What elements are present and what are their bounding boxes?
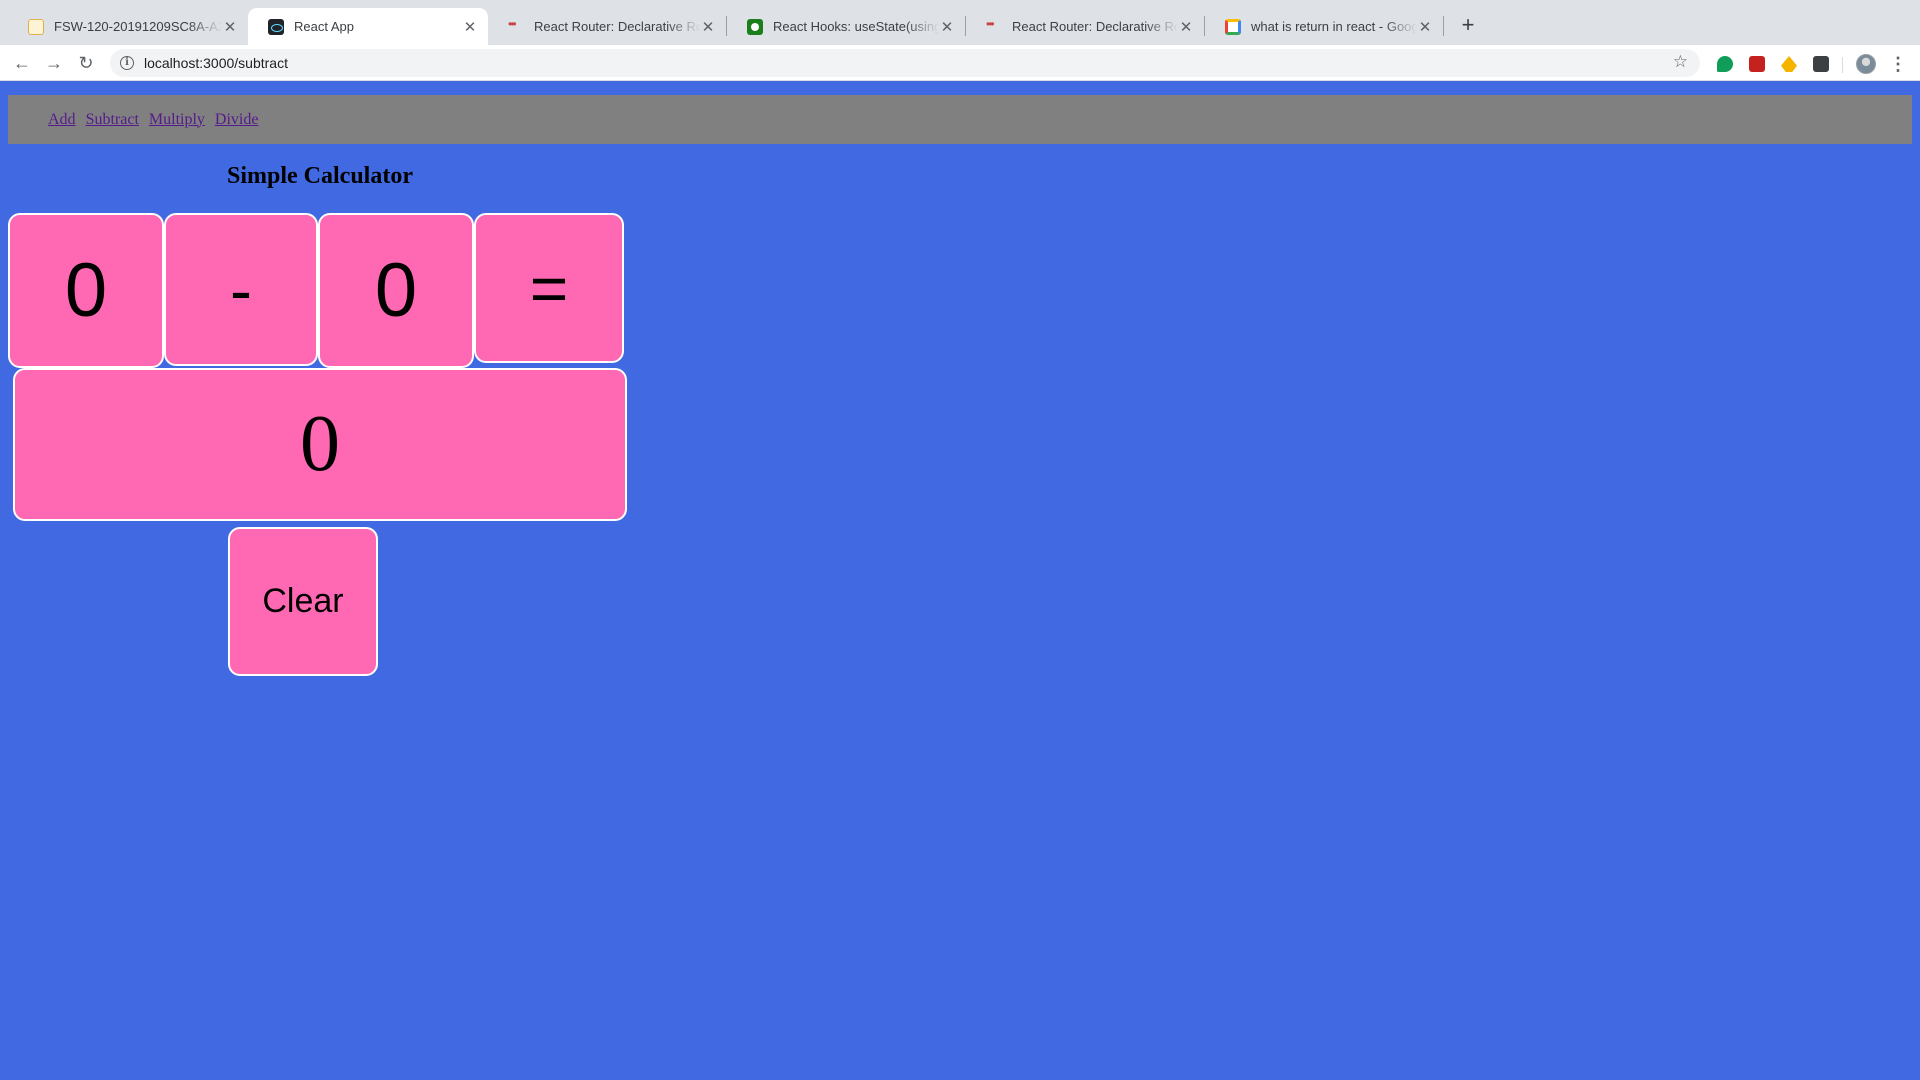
profile-avatar[interactable] bbox=[1856, 54, 1876, 74]
operation-navbar: Add Subtract Multiply Divide bbox=[8, 95, 1912, 144]
browser-tab-2-active[interactable]: React App ✕ bbox=[248, 8, 488, 45]
browser-tab-5[interactable]: React Router: Declarative Rout ✕ bbox=[966, 8, 1204, 45]
browser-toolbar: ← → ↻ i localhost:3000/subtract ☆ ⋮ bbox=[0, 45, 1920, 81]
browser-tab-6[interactable]: what is return in react - Google ✕ bbox=[1205, 8, 1443, 45]
toolbar-divider bbox=[1842, 57, 1843, 73]
close-tab-icon[interactable]: ✕ bbox=[939, 18, 955, 36]
tab-title: what is return in react - Google bbox=[1251, 19, 1417, 34]
browser-tab-strip: FSW-120-20191209SC8A-A2 ✕ React App ✕ Re… bbox=[0, 0, 1920, 45]
react-favicon-icon bbox=[268, 18, 284, 35]
forward-arrow-icon[interactable]: → bbox=[40, 49, 68, 77]
react-router-favicon-icon bbox=[986, 17, 1002, 35]
close-tab-icon[interactable]: ✕ bbox=[700, 18, 716, 36]
clear-button[interactable]: Clear bbox=[228, 527, 378, 676]
result-display: 0 bbox=[13, 368, 627, 521]
address-bar[interactable]: i localhost:3000/subtract ☆ bbox=[110, 49, 1700, 77]
tab-title: React App bbox=[294, 19, 354, 34]
url-text[interactable]: localhost:3000/subtract bbox=[144, 55, 288, 71]
browser-tab-4[interactable]: React Hooks: useState(using th ✕ bbox=[727, 8, 965, 45]
green-extension-icon[interactable] bbox=[1717, 56, 1733, 72]
close-tab-icon[interactable]: ✕ bbox=[462, 18, 478, 36]
site-info-icon[interactable]: i bbox=[120, 56, 134, 70]
tab-title: FSW-120-20191209SC8A-A2 bbox=[54, 19, 222, 34]
google-favicon-icon bbox=[1225, 18, 1241, 35]
document-favicon-icon bbox=[28, 18, 44, 35]
yellow-extension-icon[interactable] bbox=[1781, 56, 1797, 72]
react-router-favicon-icon bbox=[508, 17, 524, 35]
tab-separator bbox=[1443, 16, 1444, 36]
dark-extension-icon[interactable] bbox=[1813, 56, 1829, 72]
red-extension-icon[interactable] bbox=[1749, 56, 1765, 72]
back-arrow-icon[interactable]: ← bbox=[8, 49, 36, 77]
bookmark-star-icon[interactable]: ☆ bbox=[1673, 52, 1688, 72]
first-operand-key[interactable]: 0 bbox=[8, 213, 164, 368]
reload-icon[interactable]: ↻ bbox=[72, 49, 100, 77]
hooks-favicon-icon bbox=[747, 18, 763, 35]
browser-tab-1[interactable]: FSW-120-20191209SC8A-A2 ✕ bbox=[8, 8, 248, 45]
nav-link-multiply[interactable]: Multiply bbox=[149, 111, 205, 129]
second-operand-key[interactable]: 0 bbox=[318, 213, 474, 368]
browser-tab-3[interactable]: React Router: Declarative Rout ✕ bbox=[488, 8, 726, 45]
tab-title: React Router: Declarative Rout bbox=[1012, 19, 1178, 34]
calculator-title: Simple Calculator bbox=[227, 163, 413, 189]
close-tab-icon[interactable]: ✕ bbox=[1417, 18, 1433, 36]
new-tab-button[interactable]: + bbox=[1454, 12, 1482, 40]
nav-link-subtract[interactable]: Subtract bbox=[86, 111, 139, 129]
close-tab-icon[interactable]: ✕ bbox=[222, 18, 238, 36]
nav-link-add[interactable]: Add bbox=[48, 111, 76, 129]
tab-title: React Router: Declarative Rout bbox=[534, 19, 700, 34]
tab-title: React Hooks: useState(using th bbox=[773, 19, 939, 34]
operator-key[interactable]: - bbox=[164, 213, 318, 366]
equals-button[interactable]: = bbox=[474, 213, 624, 363]
nav-link-divide[interactable]: Divide bbox=[215, 111, 259, 129]
kebab-menu-icon[interactable]: ⋮ bbox=[1888, 52, 1908, 76]
close-tab-icon[interactable]: ✕ bbox=[1178, 18, 1194, 36]
